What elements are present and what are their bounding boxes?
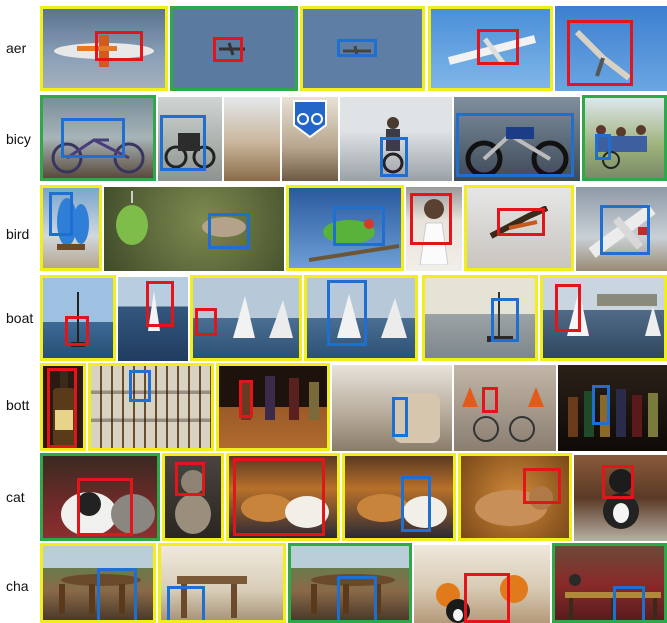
image-thumbnail [224, 97, 280, 181]
bird-feeder-illustration [116, 191, 148, 245]
image-thumbnail [454, 365, 556, 451]
image-thumbnail [552, 543, 667, 623]
row-label-bird: bird [6, 226, 30, 242]
image-thumbnail [304, 275, 418, 361]
row-label-cat: cat [6, 489, 25, 505]
detection-box [333, 206, 385, 246]
detection-box [497, 208, 545, 236]
image-thumbnail [40, 363, 86, 451]
image-thumbnail [40, 95, 156, 181]
image-thumbnail [158, 97, 222, 181]
image-thumbnail [422, 275, 538, 361]
detection-box [600, 205, 650, 255]
detection-box [491, 298, 519, 342]
detection-box [167, 586, 205, 620]
detection-box [195, 308, 217, 336]
detection-box [401, 476, 431, 532]
image-thumbnail [464, 185, 574, 271]
image-thumbnail [582, 95, 667, 181]
image-thumbnail [40, 185, 102, 271]
image-thumbnail [226, 453, 340, 541]
detection-box [77, 478, 133, 536]
detection-box [456, 113, 574, 177]
image-thumbnail [332, 365, 452, 451]
image-thumbnail [286, 185, 404, 271]
image-thumbnail [40, 6, 168, 91]
image-thumbnail [288, 543, 412, 623]
detection-box [595, 134, 611, 160]
image-thumbnail [576, 187, 667, 271]
bottles-illustration [568, 389, 658, 437]
image-thumbnail [458, 453, 572, 541]
detection-box [337, 39, 377, 57]
image-thumbnail [300, 6, 425, 91]
sailboats-illustration [233, 296, 293, 338]
detection-box [392, 397, 408, 437]
row-label-bott: bott [6, 397, 30, 413]
detection-box [95, 31, 143, 61]
image-thumbnail [190, 275, 302, 361]
image-thumbnail [104, 187, 284, 271]
detection-box [129, 370, 151, 402]
row-label-boat: boat [6, 310, 34, 326]
row-label-cha: cha [6, 578, 29, 594]
detection-box [555, 284, 581, 332]
detection-box [337, 576, 377, 620]
detection-box [233, 458, 325, 536]
image-thumbnail [406, 187, 462, 271]
detection-box [213, 37, 243, 62]
image-thumbnail [342, 453, 456, 541]
bicycle-illustration [462, 387, 544, 442]
image-thumbnail [555, 6, 667, 91]
detection-box [602, 465, 634, 499]
detection-box [47, 368, 77, 448]
bike-sign-icon [293, 100, 327, 139]
detection-box [613, 586, 645, 620]
image-thumbnail [574, 455, 667, 541]
detection-box [160, 115, 206, 171]
detection-box [464, 573, 510, 623]
image-thumbnail [340, 97, 452, 181]
detection-box [477, 29, 519, 65]
detection-box [65, 316, 89, 346]
image-thumbnail [540, 275, 667, 361]
detection-box [175, 462, 205, 496]
image-thumbnail [88, 363, 214, 451]
image-thumbnail [428, 6, 553, 91]
image-thumbnail [40, 275, 116, 361]
row-label-aer: aer [6, 40, 27, 56]
image-thumbnail [414, 545, 550, 623]
detection-box [49, 192, 73, 236]
detection-box [61, 118, 125, 158]
row-label-bicy: bicy [6, 131, 31, 147]
detection-box [146, 281, 174, 327]
detection-box [410, 193, 452, 245]
image-thumbnail [170, 6, 298, 91]
image-thumbnail [282, 97, 338, 181]
image-thumbnail [158, 543, 286, 623]
image-thumbnail [40, 453, 160, 541]
image-thumbnail [162, 453, 224, 541]
detection-box [482, 387, 498, 413]
image-thumbnail [118, 277, 188, 361]
image-thumbnail [216, 363, 330, 451]
image-thumbnail [40, 543, 156, 623]
detection-box [592, 385, 610, 425]
detection-box [523, 468, 561, 504]
detection-box [327, 280, 367, 346]
detection-box [567, 20, 633, 86]
image-thumbnail [454, 97, 580, 181]
detection-box [380, 137, 408, 177]
detection-box [239, 380, 253, 418]
image-thumbnail [558, 365, 667, 451]
detection-box [208, 213, 250, 249]
detection-box [97, 568, 137, 620]
